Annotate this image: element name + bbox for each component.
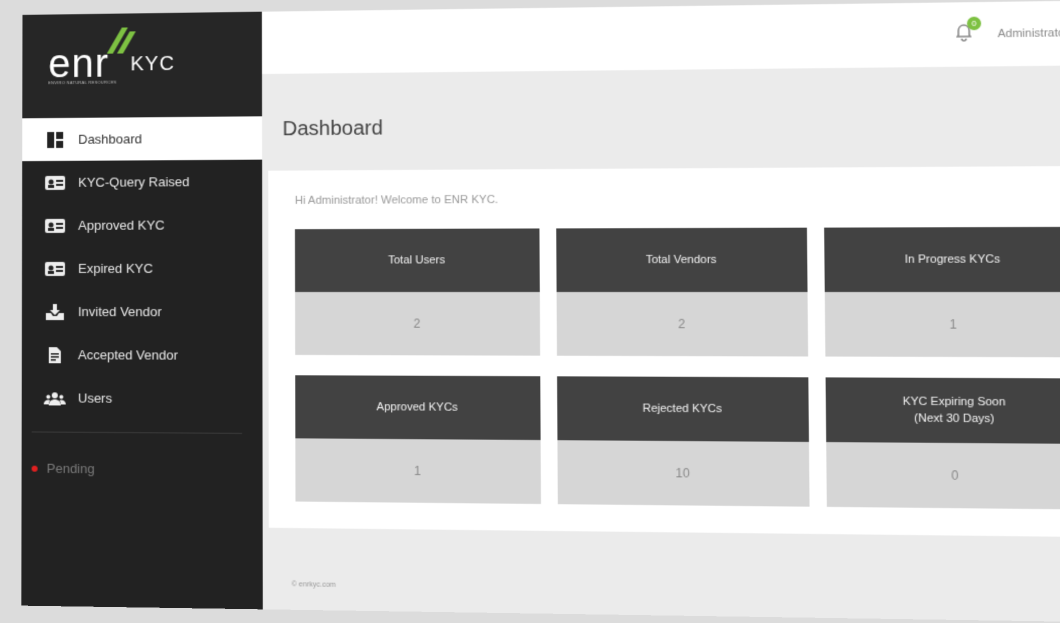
stat-card-label: Approved KYCs: [295, 375, 541, 441]
dashboard-panel: Hi Administrator! Welcome to ENR KYC. To…: [268, 165, 1060, 538]
stat-card-in-progress-kycs[interactable]: In Progress KYCs 1: [824, 226, 1060, 358]
stat-card-rejected-kycs[interactable]: Rejected KYCs 10: [557, 376, 810, 507]
sidebar-nav: Dashboard KYC-Query Raised Approved KYC: [22, 116, 263, 421]
sidebar-item-kyc-query-raised[interactable]: KYC-Query Raised: [22, 160, 262, 204]
sidebar-item-label: Invited Vendor: [77, 304, 162, 320]
sidebar-item-users[interactable]: Users: [22, 376, 263, 421]
sidebar-item-label: Approved KYC: [78, 217, 165, 233]
notification-badge: 0: [966, 16, 982, 31]
sidebar-item-label: Users: [77, 390, 113, 406]
stat-card-total-users[interactable]: Total Users 2: [294, 228, 541, 356]
top-bar: 0 Administrator: [261, 0, 1060, 75]
page-title: Dashboard: [282, 117, 383, 141]
sidebar: enr KYC ENVIRO NATURAL RESOURCES Dashboa…: [21, 11, 263, 610]
stat-card-label: Total Vendors: [556, 227, 808, 293]
stat-card-value: 1: [949, 317, 957, 332]
sidebar-item-label: KYC-Query Raised: [78, 174, 190, 190]
sidebar-item-label: Dashboard: [78, 131, 143, 147]
stat-card-value: 0: [951, 468, 959, 483]
app-window: enr KYC ENVIRO NATURAL RESOURCES Dashboa…: [21, 0, 1060, 623]
stat-card-value: 2: [677, 316, 686, 332]
stat-card-kyc-expiring-soon[interactable]: KYC Expiring Soon (Next 30 Days) 0: [825, 377, 1060, 510]
stat-card-total-vendors[interactable]: Total Vendors 2: [556, 227, 809, 357]
sidebar-item-dashboard[interactable]: Dashboard: [22, 116, 263, 162]
document-icon: [44, 346, 66, 364]
status-legend-label: Pending: [46, 460, 95, 477]
inbox-icon: [44, 302, 66, 321]
screen-frame: enr KYC ENVIRO NATURAL RESOURCES Dashboa…: [0, 0, 1060, 623]
sidebar-divider: [31, 431, 243, 434]
logo-tagline: ENVIRO NATURAL RESOURCES: [48, 79, 117, 86]
sidebar-item-invited-vendor[interactable]: Invited Vendor: [22, 290, 263, 334]
kyc-card-icon: [44, 216, 66, 234]
sidebar-item-label: Expired KYC: [78, 260, 153, 276]
stat-card-value: 2: [413, 316, 421, 331]
stat-card-label: KYC Expiring Soon (Next 30 Days): [825, 377, 1060, 444]
stat-card-label: In Progress KYCs: [824, 226, 1060, 293]
footer-copyright: © enrkyc.com: [291, 581, 336, 589]
brand-logo[interactable]: enr KYC ENVIRO NATURAL RESOURCES: [22, 11, 263, 119]
welcome-message: Hi Administrator! Welcome to ENR KYC.: [294, 193, 499, 207]
logo-suffix: KYC: [130, 52, 175, 76]
sidebar-item-approved-kyc[interactable]: Approved KYC: [22, 203, 262, 247]
stat-card-value: 10: [675, 465, 690, 481]
dashboard-icon: [44, 130, 66, 148]
sidebar-item-label: Accepted Vendor: [77, 347, 178, 363]
stat-card-label: Total Users: [294, 228, 540, 293]
stat-card-value: 1: [413, 463, 421, 479]
main-content: Dashboard Hi Administrator! Welcome to E…: [261, 64, 1060, 623]
stat-card-label: Rejected KYCs: [557, 376, 809, 442]
status-dot: [31, 465, 38, 472]
kyc-card-icon: [44, 173, 66, 191]
kyc-card-icon: [44, 259, 66, 277]
sidebar-item-expired-kyc[interactable]: Expired KYC: [22, 246, 262, 290]
status-legend-pending: Pending: [22, 461, 263, 478]
stat-card-approved-kycs[interactable]: Approved KYCs 1: [295, 375, 541, 504]
users-icon: [43, 389, 66, 407]
user-name[interactable]: Administrator: [998, 27, 1060, 40]
sidebar-item-accepted-vendor[interactable]: Accepted Vendor: [22, 333, 263, 377]
